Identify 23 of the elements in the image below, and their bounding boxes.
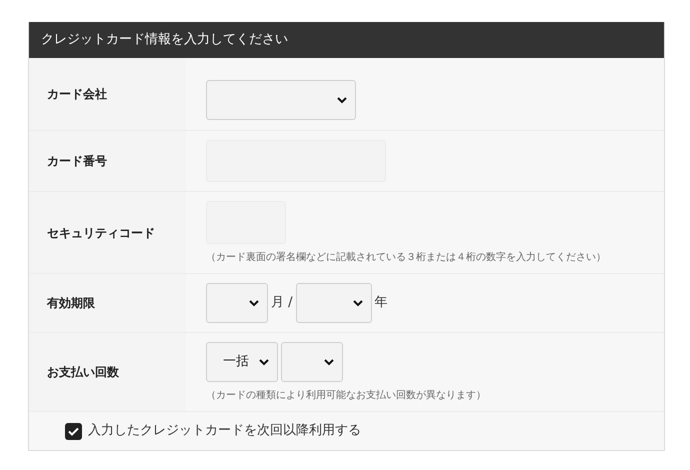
dropdown[interactable]	[281, 342, 343, 382]
field-label: セキュリティコード	[47, 224, 155, 242]
dropdown[interactable]	[206, 283, 268, 323]
unit-label: 年	[374, 294, 388, 312]
panel-title: クレジットカード情報を入力してください	[41, 31, 288, 50]
chevron-down-icon	[249, 300, 259, 306]
hint-text: （カード裏面の署名欄などに記載されている３桁または４桁の数字を入力してください）	[206, 250, 606, 265]
checkbox-label: 入力したクレジットカードを次回以降利用する	[88, 422, 361, 440]
checkbox[interactable]	[65, 422, 82, 440]
dropdown[interactable]	[206, 80, 356, 120]
chevron-down-icon	[337, 96, 347, 104]
field-label: お支払い回数	[47, 364, 119, 381]
chevron-down-icon	[352, 300, 363, 306]
hint-text: （カードの種類により利用可能なお支払い回数が異なります）	[206, 388, 486, 403]
field-label: 有効期限	[47, 295, 95, 312]
dropdown[interactable]	[296, 283, 372, 323]
dropdown[interactable]: 一括	[206, 342, 278, 382]
chevron-down-icon	[259, 358, 269, 366]
chevron-down-icon	[324, 358, 334, 366]
unit-label: 月 /	[271, 294, 293, 312]
check-icon	[68, 426, 79, 436]
field-label: カード会社	[47, 86, 107, 103]
field-label: カード番号	[47, 153, 107, 170]
